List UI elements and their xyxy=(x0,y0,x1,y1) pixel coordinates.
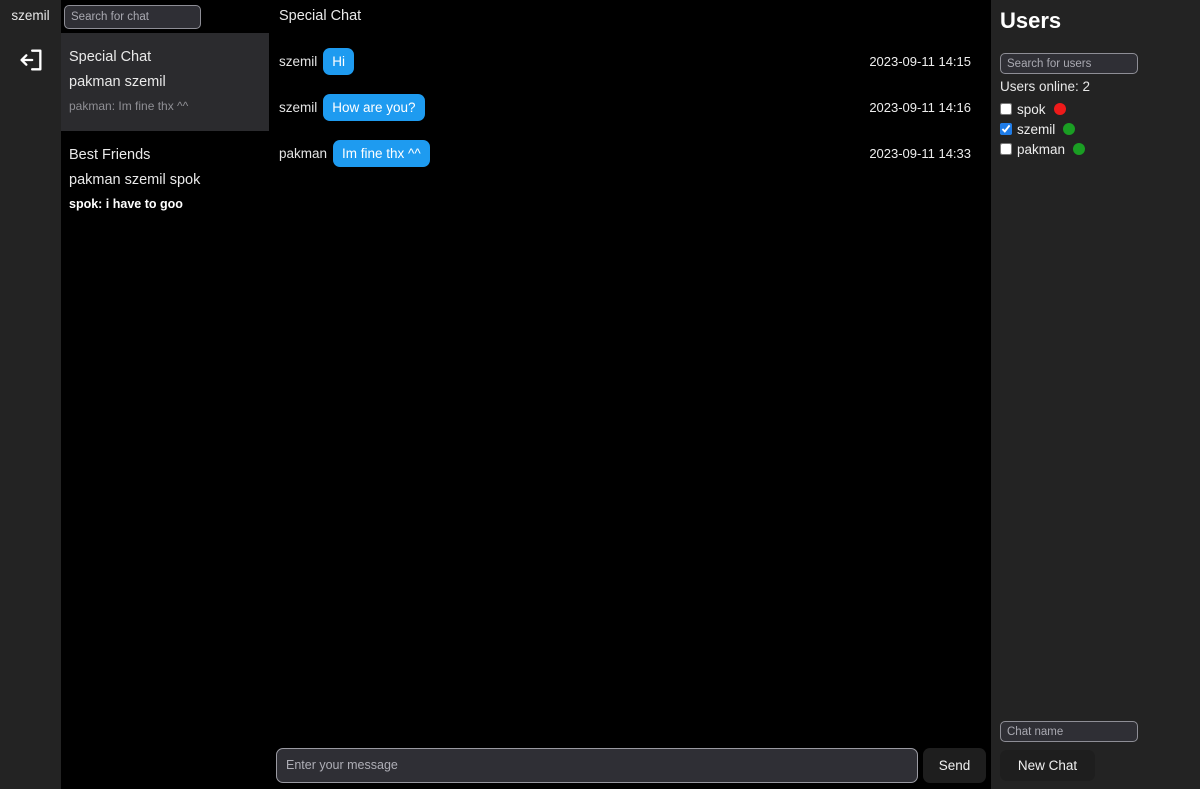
status-dot-offline xyxy=(1053,103,1066,115)
chat-list-item-best-friends[interactable]: Best Friends pakman szemil spok spok: i … xyxy=(61,131,269,229)
chat-list: Special Chat pakman szemil pakman: Im fi… xyxy=(61,33,269,229)
user-row-szemil[interactable]: szemil xyxy=(1000,119,1190,139)
user-checkbox-pakman[interactable] xyxy=(1000,143,1012,155)
message-bubble: Hi xyxy=(323,47,355,75)
message-list: szemil Hi 2023-09-11 14:15 szemil How ar… xyxy=(269,38,991,729)
message-timestamp: 2023-09-11 14:15 xyxy=(869,53,971,69)
chat-item-members: pakman szemil xyxy=(69,74,166,90)
message-bubble: Im fine thx ^^ xyxy=(333,139,430,167)
user-checkbox-spok[interactable] xyxy=(1000,103,1012,115)
user-name: pakman xyxy=(1017,141,1066,157)
send-button[interactable]: Send xyxy=(923,747,986,783)
search-chat-input[interactable] xyxy=(64,5,201,29)
message-composer: Send xyxy=(276,747,986,783)
status-dot-online xyxy=(1073,143,1086,155)
chat-header-title: Special Chat xyxy=(279,8,362,24)
chat-item-preview: spok: i have to goo xyxy=(69,197,183,211)
message-input[interactable] xyxy=(276,747,919,783)
user-name: spok xyxy=(1017,101,1046,117)
main-chat-panel: Special Chat szemil Hi 2023-09-11 14:15 … xyxy=(269,0,991,789)
users-online-count: Users online: 2 xyxy=(1000,79,1091,94)
logout-icon[interactable] xyxy=(14,43,47,76)
chat-item-title: Special Chat xyxy=(69,49,152,65)
message-row: szemil How are you? 2023-09-11 14:16 xyxy=(269,84,991,130)
chat-item-preview: pakman: Im fine thx ^^ xyxy=(69,99,189,113)
message-timestamp: 2023-09-11 14:16 xyxy=(869,99,971,115)
chat-application: szemil Special Chat pakman szemil pakman… xyxy=(0,0,1200,789)
new-chat-name-input[interactable] xyxy=(1000,721,1138,742)
chat-item-members: pakman szemil spok xyxy=(69,172,201,188)
chat-list-item-special-chat[interactable]: Special Chat pakman szemil pakman: Im fi… xyxy=(61,33,269,131)
chat-list-panel: Special Chat pakman szemil pakman: Im fi… xyxy=(61,0,269,789)
user-checkbox-szemil[interactable] xyxy=(1000,123,1012,135)
message-author: szemil xyxy=(279,53,318,69)
user-row-spok[interactable]: spok xyxy=(1000,99,1190,119)
logout-icon-glyph xyxy=(20,49,41,71)
left-rail: szemil xyxy=(0,0,61,789)
message-row: pakman Im fine thx ^^ 2023-09-11 14:33 xyxy=(269,130,991,176)
user-name: szemil xyxy=(1017,121,1056,137)
users-panel-title: Users xyxy=(1000,8,1062,33)
users-panel: Users Users online: 2 spok szemil pakman… xyxy=(991,0,1200,789)
status-dot-online xyxy=(1063,123,1076,135)
message-bubble: How are you? xyxy=(323,93,425,121)
user-row-pakman[interactable]: pakman xyxy=(1000,139,1190,159)
new-chat-button[interactable]: New Chat xyxy=(1000,750,1095,781)
message-timestamp: 2023-09-11 14:33 xyxy=(869,145,971,161)
chat-item-title: Best Friends xyxy=(69,147,151,163)
current-username: szemil xyxy=(11,8,50,23)
message-author: pakman xyxy=(279,145,328,161)
message-author: szemil xyxy=(279,99,318,115)
users-list: spok szemil pakman xyxy=(1000,99,1190,159)
search-users-input[interactable] xyxy=(1000,53,1138,74)
message-row: szemil Hi 2023-09-11 14:15 xyxy=(269,38,991,84)
